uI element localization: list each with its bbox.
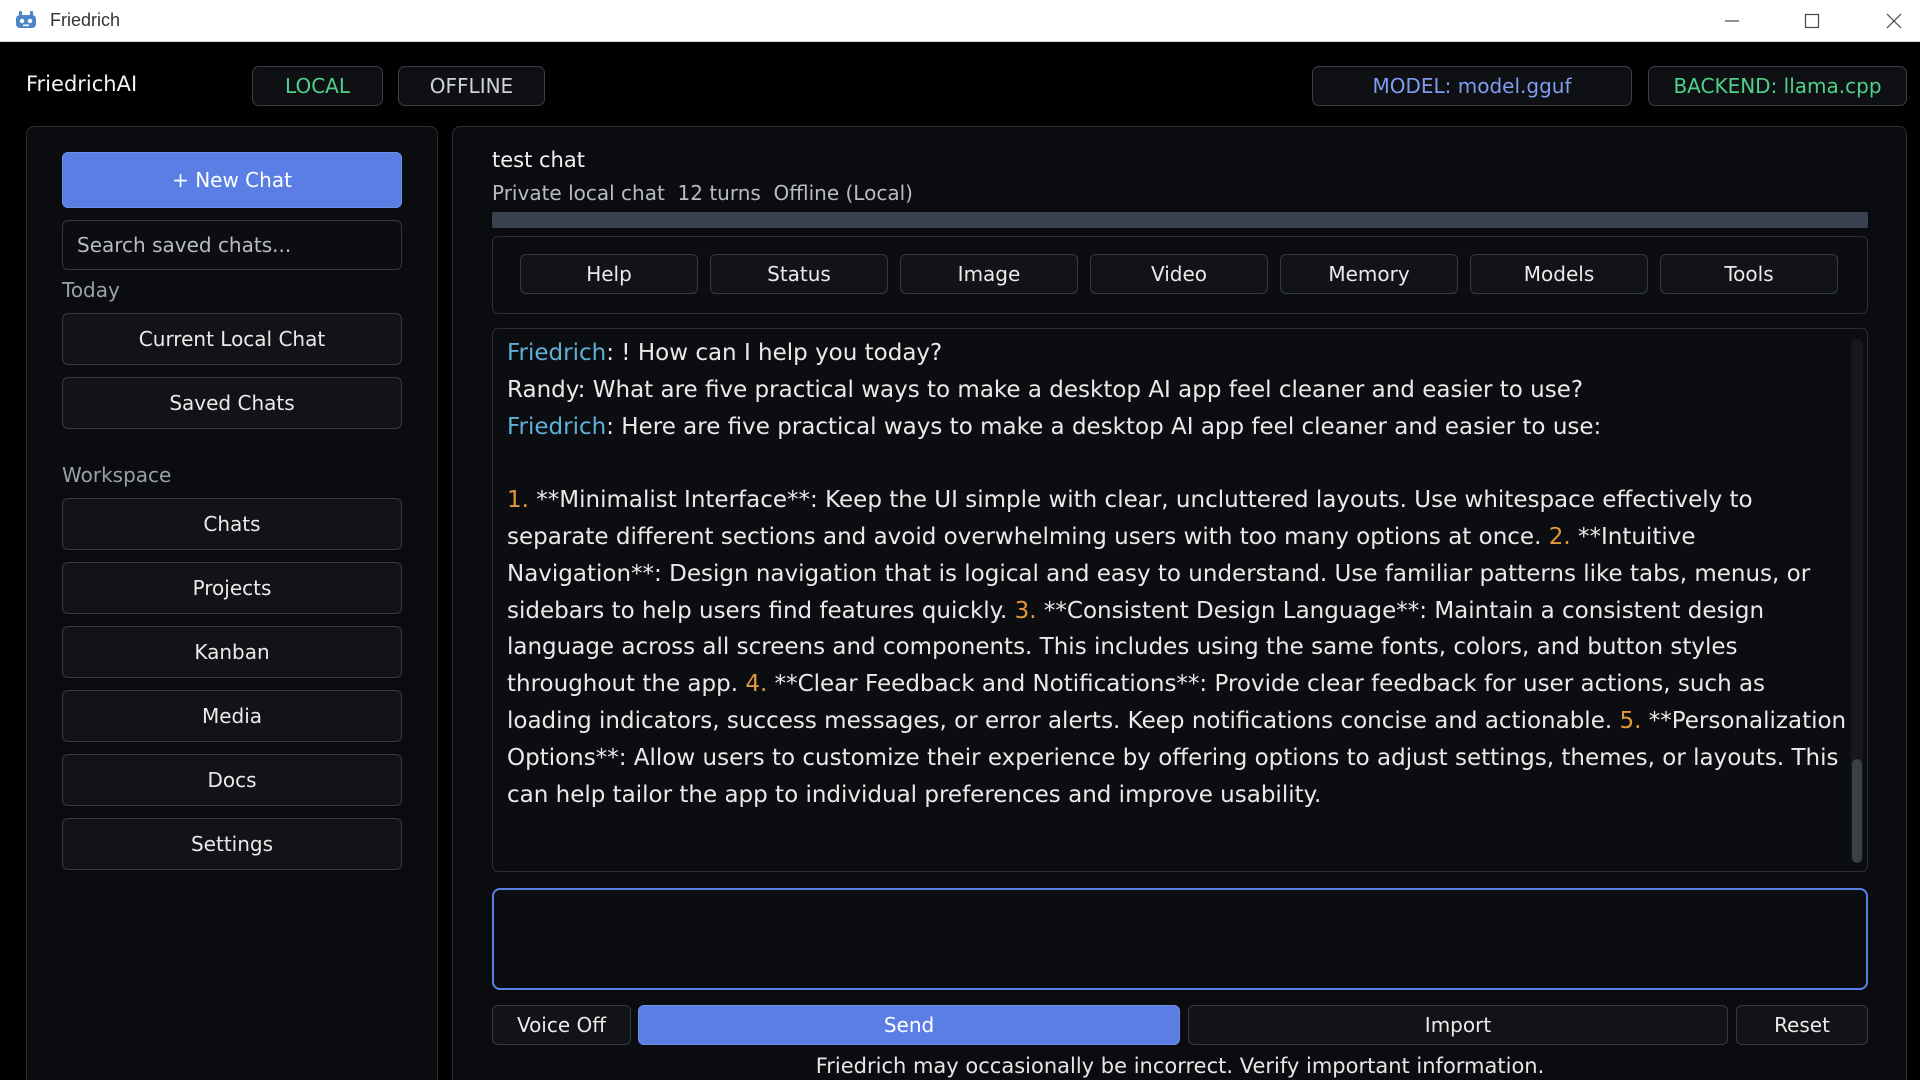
response-list: 1. **Minimalist Interface**: Keep the UI… [507, 482, 1847, 813]
tab-memory[interactable]: Memory [1280, 254, 1458, 294]
sidebar-item-current-local-chat[interactable]: Current Local Chat [62, 313, 402, 365]
message-line: Friedrich: Here are five practical ways … [507, 409, 1847, 446]
chat-log[interactable]: Friedrich: ! How can I help you today? R… [492, 328, 1868, 872]
search-saved-chats-input[interactable] [62, 220, 402, 270]
model-badge[interactable]: MODEL: model.gguf [1312, 66, 1632, 106]
sidebar-item-settings[interactable]: Settings [62, 818, 402, 870]
today-section-label: Today [62, 278, 120, 302]
tab-tools[interactable]: Tools [1660, 254, 1838, 294]
tab-models[interactable]: Models [1470, 254, 1648, 294]
sidebar-item-chats[interactable]: Chats [62, 498, 402, 550]
chat-transcript: Friedrich: ! How can I help you today? R… [507, 335, 1847, 813]
list-number: 3. [1014, 597, 1037, 624]
message-text: : Here are five practical ways to make a… [606, 413, 1602, 440]
workspace-section-label: Workspace [62, 463, 172, 487]
chat-meta: Private local chat 12 turns Offline (Loc… [492, 181, 913, 205]
speaker-name: Friedrich [507, 340, 607, 366]
minimize-icon [1725, 20, 1739, 22]
sidebar-item-docs[interactable]: Docs [62, 754, 402, 806]
window-title: Friedrich [50, 10, 121, 30]
message-input[interactable] [492, 888, 1868, 990]
maximize-icon [1804, 13, 1820, 29]
message-text: Randy: What are five practical ways to m… [507, 376, 1584, 403]
tab-help[interactable]: Help [520, 254, 698, 294]
tab-status[interactable]: Status [710, 254, 888, 294]
chat-scrollbar[interactable] [1851, 339, 1863, 863]
list-number: 4. [745, 671, 768, 698]
tab-video[interactable]: Video [1090, 254, 1268, 294]
sidebar-item-saved-chats[interactable]: Saved Chats [62, 377, 402, 429]
maximize-button[interactable] [1782, 4, 1842, 38]
app-icon [14, 10, 38, 30]
window-title-bar: Friedrich [0, 0, 1920, 42]
backend-badge[interactable]: BACKEND: llama.cpp [1648, 66, 1907, 106]
import-button[interactable]: Import [1188, 1005, 1728, 1045]
send-button[interactable]: Send [638, 1005, 1180, 1045]
new-chat-button[interactable]: + New Chat [62, 152, 402, 208]
message-line: Randy: What are five practical ways to m… [507, 372, 1847, 409]
minimize-button[interactable] [1702, 4, 1762, 38]
offline-badge: OFFLINE [398, 66, 545, 106]
list-number: 5. [1619, 707, 1642, 734]
reset-button[interactable]: Reset [1736, 1005, 1868, 1045]
brand-name: FriedrichAI [26, 72, 138, 96]
local-badge: LOCAL [252, 66, 383, 106]
close-icon [1886, 13, 1902, 29]
sidebar-item-projects[interactable]: Projects [62, 562, 402, 614]
list-number: 1. [507, 487, 529, 514]
sidebar-item-kanban[interactable]: Kanban [62, 626, 402, 678]
voice-toggle-button[interactable]: Voice Off [492, 1005, 631, 1045]
chat-scrollbar-thumb[interactable] [1852, 759, 1862, 863]
speaker-name: Friedrich [507, 413, 607, 440]
chat-title: test chat [492, 148, 585, 172]
close-button[interactable] [1864, 4, 1920, 38]
message-text: : ! How can I help you today? [606, 340, 943, 366]
tab-image[interactable]: Image [900, 254, 1078, 294]
message-line: Friedrich: ! How can I help you today? [507, 335, 1847, 372]
disclaimer-text: Friedrich may occasionally be incorrect.… [815, 1054, 1545, 1078]
list-number: 2. [1548, 523, 1571, 550]
chat-divider-bar [492, 212, 1868, 228]
sidebar-item-media[interactable]: Media [62, 690, 402, 742]
